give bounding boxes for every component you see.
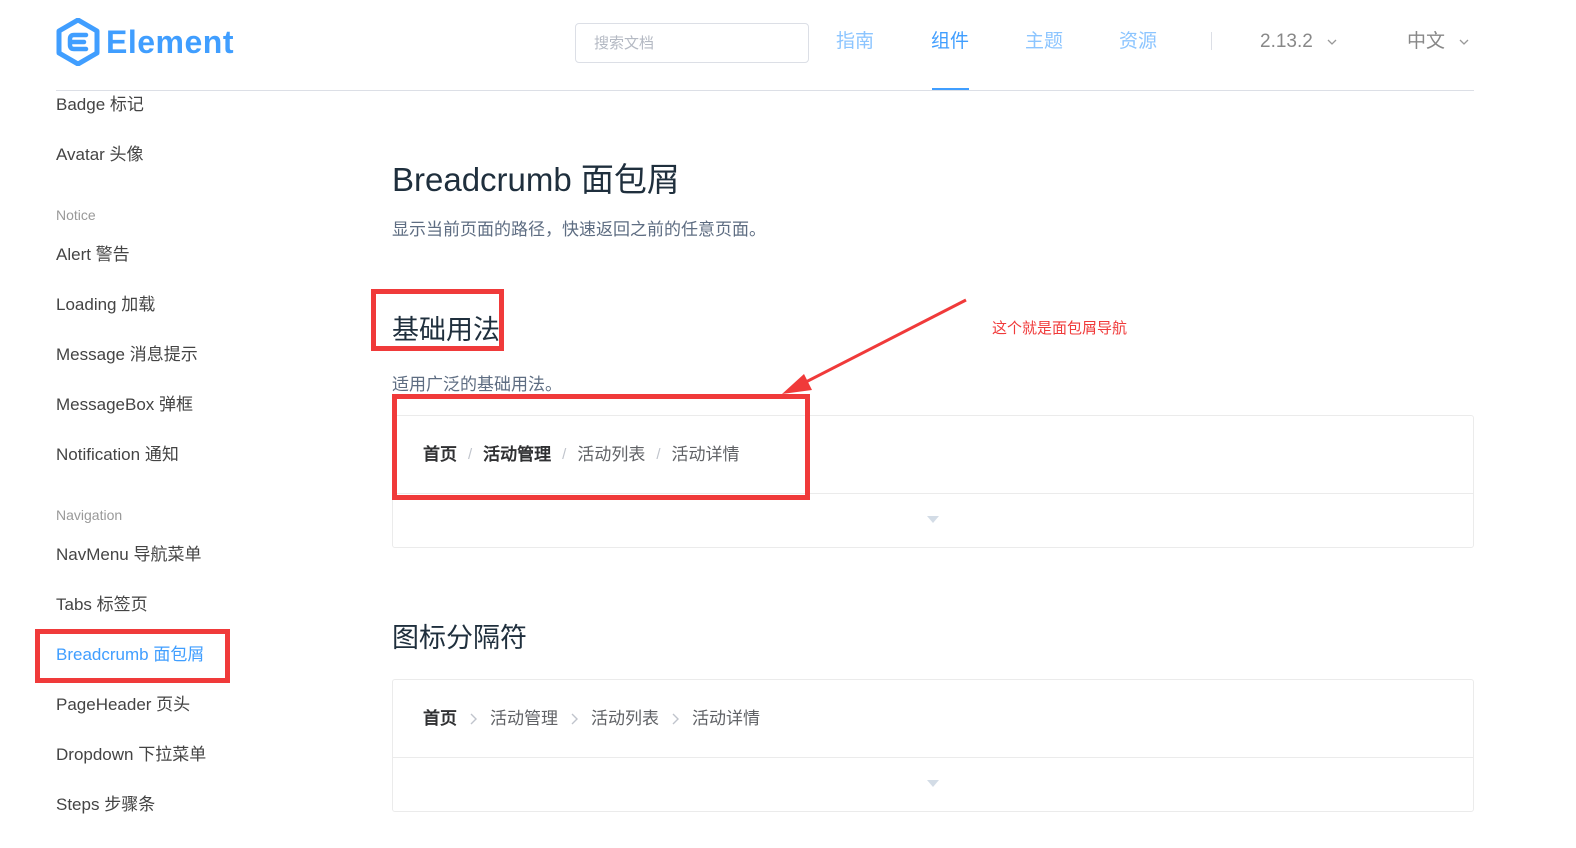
section-description-basic: 适用广泛的基础用法。 [392, 375, 562, 394]
demo-block-icon-separator: 首页 活动管理 活动列表 活动详情 [392, 679, 1474, 812]
sidebar-item-dropdown[interactable]: Dropdown 下拉菜单 [56, 743, 206, 767]
page-title: Breadcrumb 面包屑 [392, 161, 680, 198]
sidebar-group-notice: Notice [56, 207, 96, 223]
nav-theme[interactable]: 主题 [1025, 28, 1063, 56]
search-input[interactable] [575, 23, 809, 63]
breadcrumb-item-activity-detail: 活动详情 [692, 709, 760, 728]
sidebar-item-navmenu[interactable]: NavMenu 导航菜单 [56, 543, 201, 567]
sidebar-item-badge[interactable]: Badge 标记 [56, 93, 144, 117]
breadcrumb-item-activity-mgmt: 活动管理 [490, 709, 558, 728]
page-description: 显示当前页面的路径，快速返回之前的任意页面。 [392, 220, 766, 239]
breadcrumb-separator: / [468, 446, 473, 463]
language-label: 中文 [1407, 31, 1446, 52]
section-title-icon-separator: 图标分隔符 [392, 623, 527, 653]
caret-down-icon [927, 516, 939, 523]
sidebar-item-avatar[interactable]: Avatar 头像 [56, 143, 144, 167]
breadcrumb-item-activity-mgmt[interactable]: 活动管理 [483, 443, 551, 467]
demo-expand-control[interactable] [393, 494, 1473, 547]
nav-active-indicator [932, 88, 969, 90]
demo-block-basic: 首页 / 活动管理 / 活动列表 / 活动详情 [392, 415, 1474, 548]
breadcrumb-item-activity-list: 活动列表 [577, 445, 646, 464]
nav-divider [1211, 32, 1212, 50]
element-logo-icon [56, 18, 100, 66]
sidebar-item-steps[interactable]: Steps 步骤条 [56, 793, 155, 817]
demo-source: 首页 活动管理 活动列表 活动详情 [393, 680, 1473, 758]
sidebar-item-breadcrumb[interactable]: Breadcrumb 面包屑 [56, 643, 204, 667]
sidebar-item-pageheader[interactable]: PageHeader 页头 [56, 693, 190, 717]
version-label: 2.13.2 [1260, 31, 1313, 52]
breadcrumb: 首页 活动管理 活动列表 活动详情 [423, 707, 760, 731]
demo-source: 首页 / 活动管理 / 活动列表 / 活动详情 [393, 416, 1473, 494]
breadcrumb-item-home[interactable]: 首页 [423, 443, 457, 467]
demo-expand-control[interactable] [393, 758, 1473, 811]
section-title-basic: 基础用法 [392, 315, 500, 345]
logo[interactable]: Element [56, 18, 234, 66]
sidebar-item-message[interactable]: Message 消息提示 [56, 343, 198, 367]
sidebar-item-tabs[interactable]: Tabs 标签页 [56, 593, 148, 617]
language-dropdown[interactable]: 中文 [1407, 28, 1469, 56]
arrow-right-icon [470, 713, 477, 725]
arrow-right-icon [571, 713, 578, 725]
breadcrumb: 首页 / 活动管理 / 活动列表 / 活动详情 [423, 443, 740, 467]
chevron-down-icon [1327, 39, 1337, 45]
sidebar-item-notification[interactable]: Notification 通知 [56, 443, 179, 467]
sidebar-item-loading[interactable]: Loading 加载 [56, 293, 155, 317]
sidebar-item-alert[interactable]: Alert 警告 [56, 243, 130, 267]
version-dropdown[interactable]: 2.13.2 [1260, 28, 1337, 56]
breadcrumb-item-activity-list: 活动列表 [591, 709, 659, 728]
breadcrumb-separator: / [656, 446, 661, 463]
nav-resource[interactable]: 资源 [1119, 28, 1157, 56]
arrow-right-icon [672, 713, 679, 725]
breadcrumb-separator: / [562, 446, 567, 463]
breadcrumb-item-activity-detail: 活动详情 [671, 445, 740, 464]
nav-component[interactable]: 组件 [931, 28, 969, 56]
breadcrumb-item-home[interactable]: 首页 [423, 707, 457, 731]
nav-guide[interactable]: 指南 [836, 28, 874, 56]
sidebar-group-navigation: Navigation [56, 507, 123, 523]
logo-text: Element [106, 24, 234, 60]
caret-down-icon [927, 780, 939, 787]
chevron-down-icon [1459, 39, 1469, 45]
annotation-text: 这个就是面包屑导航 [992, 320, 1128, 337]
sidebar-item-messagebox[interactable]: MessageBox 弹框 [56, 393, 193, 417]
top-header: Element 指南 组件 主题 资源 2.13.2 中文 [56, 0, 1474, 91]
